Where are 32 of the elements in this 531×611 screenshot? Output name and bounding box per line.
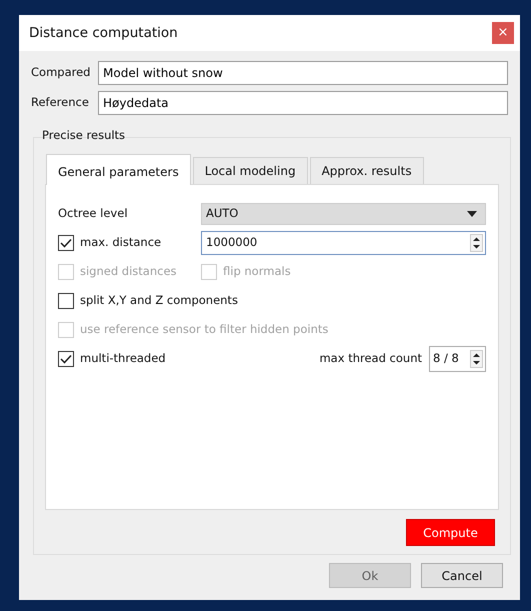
dialog-button[interactable]: Cancel: [421, 563, 503, 588]
field-label: Compared: [31, 64, 92, 82]
checkbox[interactable]: [58, 292, 74, 308]
spin-buttons[interactable]: [470, 350, 483, 368]
group-title: Precise results: [41, 126, 126, 144]
octree-label: Octree level: [58, 204, 129, 222]
checkbox-label: max. distance: [80, 234, 162, 251]
caret-icon: [467, 210, 477, 216]
close-button[interactable]: ×: [492, 22, 514, 44]
thread-count-field[interactable]: 8 / 8: [429, 346, 486, 372]
compute-button[interactable]: Compute: [406, 519, 495, 546]
checkbox-label: flip normals: [223, 262, 291, 280]
octree-dropdown[interactable]: AUTO: [201, 202, 486, 224]
thread-count-label: max thread count: [319, 350, 422, 367]
checkbox[interactable]: [58, 350, 74, 366]
tab[interactable]: Local modeling: [192, 157, 308, 184]
checkbox-label: multi-threaded: [80, 350, 166, 367]
checkbox-label: split X,Y and Z components: [80, 292, 238, 309]
checkbox-label: use reference sensor to filter hidden points: [80, 320, 328, 338]
window-title: Distance computation: [29, 24, 178, 43]
tab[interactable]: Approx. results: [310, 157, 424, 184]
field-value: 1000000: [206, 234, 258, 251]
tab[interactable]: General parameters: [46, 154, 191, 185]
entity-field[interactable]: Model without snow: [98, 60, 508, 85]
checkbox-label: signed distances: [80, 262, 177, 280]
field-label: Reference: [31, 94, 90, 112]
field-value: 8 / 8: [433, 350, 459, 367]
entity-field[interactable]: Høydedata: [98, 90, 508, 115]
checkbox[interactable]: [58, 234, 74, 250]
dropdown-value: AUTO: [206, 204, 238, 222]
spin-buttons[interactable]: [470, 234, 483, 252]
distance-field[interactable]: 1000000: [201, 230, 486, 254]
